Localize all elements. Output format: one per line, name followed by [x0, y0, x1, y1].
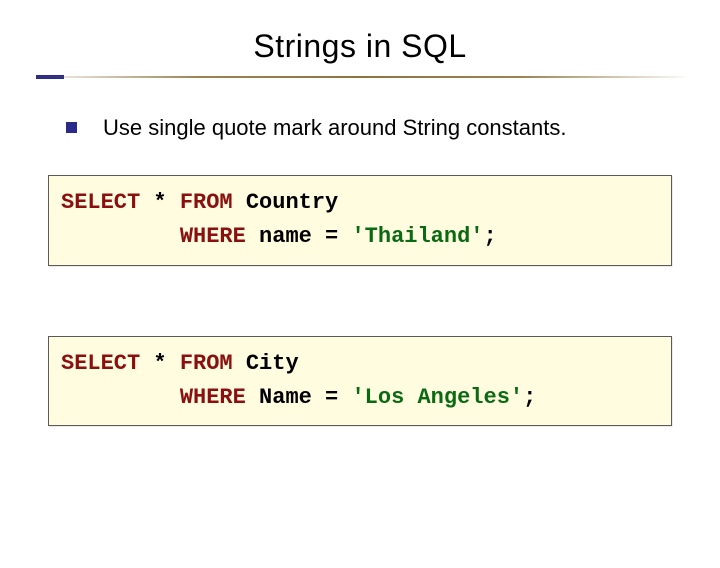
code-box-2: SELECT * FROM City WHERE Name = 'Los Ang… [48, 336, 672, 426]
slide: Strings in SQL Use single quote mark aro… [0, 28, 720, 568]
slide-title: Strings in SQL [0, 28, 720, 65]
code-text: City [233, 351, 299, 376]
sql-string-literal: 'Los Angeles' [351, 385, 523, 410]
code-line: WHERE name = 'Thailand'; [61, 220, 659, 254]
code-box-1: SELECT * FROM Country WHERE name = 'Thai… [48, 175, 672, 265]
code-indent [61, 385, 180, 410]
square-bullet-icon [66, 122, 77, 133]
code-text: ; [523, 385, 536, 410]
code-text: * [140, 190, 180, 215]
sql-keyword: SELECT [61, 190, 140, 215]
code-text: Country [233, 190, 339, 215]
code-line: SELECT * FROM City [61, 347, 659, 381]
code-indent [61, 224, 180, 249]
bullet-text: Use single quote mark around String cons… [103, 115, 566, 141]
underline-main [36, 76, 684, 78]
sql-string-literal: 'Thailand' [351, 224, 483, 249]
code-text: Name = [246, 385, 352, 410]
sql-keyword: FROM [180, 351, 233, 376]
code-text: ; [484, 224, 497, 249]
sql-keyword: SELECT [61, 351, 140, 376]
code-text: name = [246, 224, 352, 249]
sql-keyword: WHERE [180, 385, 246, 410]
code-text: * [140, 351, 180, 376]
code-line: WHERE Name = 'Los Angeles'; [61, 381, 659, 415]
code-line: SELECT * FROM Country [61, 186, 659, 220]
bullet-row: Use single quote mark around String cons… [66, 115, 720, 141]
sql-keyword: FROM [180, 190, 233, 215]
sql-keyword: WHERE [180, 224, 246, 249]
title-underline [36, 75, 684, 81]
